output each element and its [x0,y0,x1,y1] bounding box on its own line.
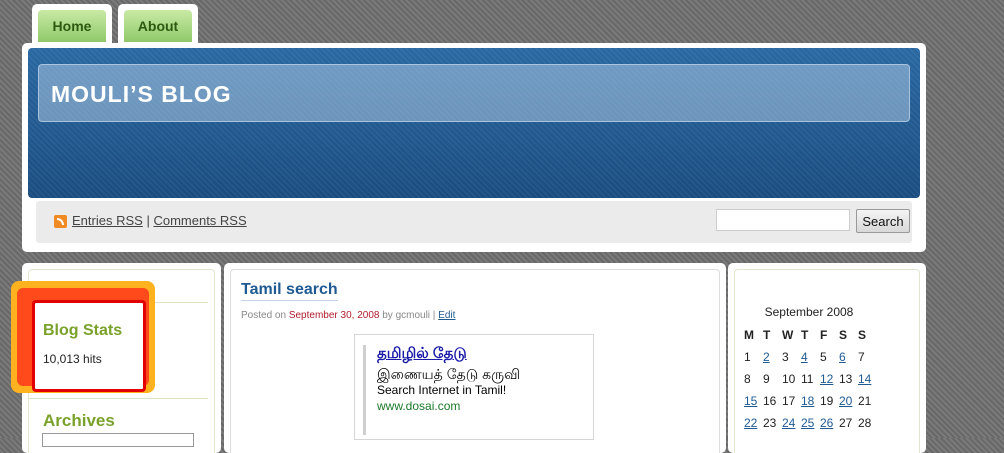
calendar-weekday: S [858,328,867,342]
calendar-weekday: T [801,328,809,342]
search-input[interactable] [716,209,850,231]
calendar-week-row: 22 23 24 25 26 27 28 [744,412,877,434]
sidebar-divider [28,398,208,399]
ad-text-english: Search Internet in Tamil! [377,383,507,397]
tab-home[interactable]: Home [32,4,112,44]
blog-stats-title: Blog Stats [43,322,123,339]
calendar-header-row: MTWTFSS [744,324,877,346]
calendar-weekday: T [763,328,771,342]
blog-title[interactable]: MOULI’S BLOG [51,81,232,108]
post-meta-prefix: Posted on [241,310,287,321]
calendar-day: 9 [763,372,770,386]
calendar-weekday: M [744,328,754,342]
calendar-day: 10 [782,372,796,386]
ad-title-link[interactable]: தமிழில் தேடு [377,345,467,364]
calendar-day: 21 [858,394,872,408]
calendar-day-link[interactable]: 2 [763,350,782,364]
post-date: September 30, 2008 [288,310,380,321]
calendar-day-link[interactable]: 26 [820,416,839,430]
blog-stats-hits: 10,013 hits [43,352,102,366]
calendar-day: 5 [820,350,827,364]
stats-box [32,300,146,392]
calendar-day: 27 [839,416,853,430]
rss-links: Entries RSS | Comments RSS [72,213,247,228]
calendar-day: 7 [858,350,865,364]
header-panel: MOULI’S BLOG Entries RSS | Comments RSS … [22,43,926,252]
calendar-day: 16 [763,394,777,408]
calendar-weekday: S [839,328,848,342]
calendar-caption: September 2008 [764,305,854,319]
post-title[interactable]: Tamil search [241,281,338,301]
calendar-day-link[interactable]: 15 [744,394,763,408]
calendar-weekday: W [782,328,794,342]
post-edit-link[interactable]: Edit [438,310,455,321]
ad-url[interactable]: www.dosai.com [377,399,460,413]
rss-icon [54,215,67,228]
post-meta: Posted on September 30, 2008 by gcmouli … [241,310,455,321]
calendar-day-link[interactable]: 6 [839,350,858,364]
header-banner: MOULI’S BLOG [28,48,920,198]
calendar-day-link[interactable]: 22 [744,416,763,430]
calendar-day: 8 [744,372,751,386]
calendar-week-row: 8 9 10 11 12 13 14 [744,368,877,390]
archives-dropdown[interactable] [42,433,194,447]
calendar-day-link[interactable]: 14 [858,372,877,386]
calendar-day-link[interactable]: 12 [820,372,839,386]
archives-title: Archives [43,411,115,430]
comments-rss-link[interactable]: Comments RSS [153,213,246,228]
calendar-day-link[interactable]: 20 [839,394,858,408]
calendar-day-link[interactable]: 18 [801,394,820,408]
calendar-day: 13 [839,372,853,386]
ad-box: தமிழில் தேடு இணையத் தேடு கருவி Search In… [354,334,594,440]
calendar-day: 3 [782,350,789,364]
calendar-weekday: F [820,328,828,342]
title-box: MOULI’S BLOG [38,64,910,122]
calendar-day: 28 [858,416,872,430]
calendar-day-link[interactable]: 4 [801,350,820,364]
calendar-day-link[interactable]: 24 [782,416,801,430]
calendar-day-link[interactable]: 25 [801,416,820,430]
tab-home-label[interactable]: Home [38,10,106,42]
ad-divider [363,345,366,435]
entries-rss-link[interactable]: Entries RSS [72,213,143,228]
tab-about-label[interactable]: About [124,10,192,42]
calendar-day: 1 [744,350,751,364]
calendar-day: 17 [782,394,796,408]
search-button[interactable]: Search [856,209,910,233]
calendar-day: 23 [763,416,777,430]
calendar-week-row: 1234567 [744,346,877,368]
rss-bar: Entries RSS | Comments RSS Search [36,201,912,243]
tab-about[interactable]: About [118,4,198,44]
calendar-day: 19 [820,394,834,408]
rss-separator: | [146,213,150,228]
calendar: M T W T F S S 1 2 3 4 5 6 7 8 9 10 11 12 13 14 15 16 17 18 19 20 21… [744,324,877,434]
post-meta-author: by gcmouli | [382,310,436,321]
calendar-week-row: 15 16 17 18 19 20 21 [744,390,877,412]
calendar-day: 11 [801,372,814,386]
